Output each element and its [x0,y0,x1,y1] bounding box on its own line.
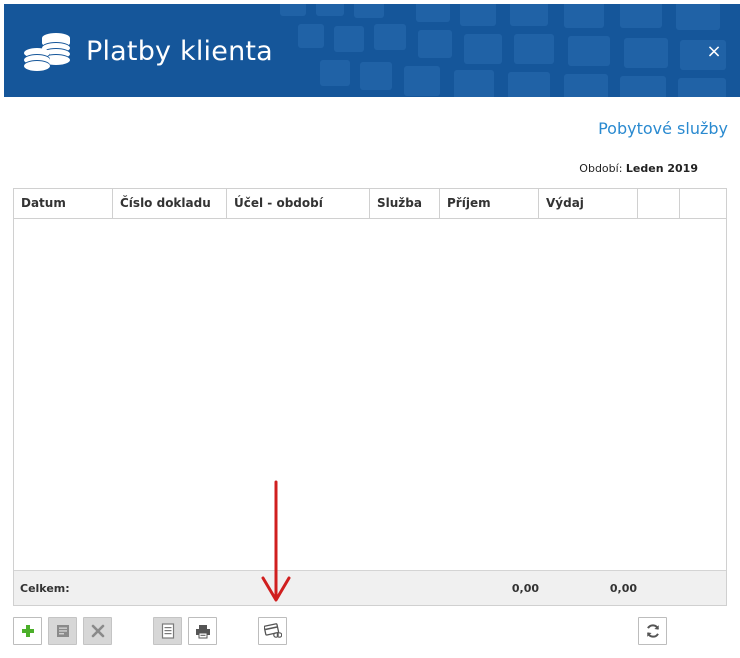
card-payment-button[interactable] [258,617,287,645]
edit-document-icon [56,625,69,637]
add-payment-button[interactable] [13,617,42,645]
header-tile-pattern [280,4,726,97]
period-label: Období: [579,162,623,175]
column-header-ucel-obdobi[interactable]: Účel - období [227,189,370,218]
dialog-header: Platby klienta × [4,4,740,97]
section-link-pobytove-sluzby[interactable]: Pobytové služby [598,119,728,138]
total-prijem: 0,00 [511,582,539,595]
dialog-title: Platby klienta [86,36,273,67]
print-button[interactable] [188,617,217,645]
column-header-datum[interactable]: Datum [14,189,113,218]
document-icon [161,623,174,639]
plus-icon [21,625,34,637]
column-header-blank-2 [680,189,726,218]
column-header-cislo-dokladu[interactable]: Číslo dokladu [113,189,227,218]
refresh-icon [646,624,659,638]
table-header: Datum Číslo dokladu Účel - období Služba… [14,189,726,219]
close-button[interactable]: × [704,42,724,62]
table-footer: Celkem: 0,00 0,00 [14,570,726,605]
column-header-blank-1 [638,189,680,218]
printer-icon [195,624,210,638]
close-icon [91,624,104,638]
edit-payment-button[interactable] [48,617,77,645]
column-header-sluzba[interactable]: Služba [370,189,440,218]
refresh-button[interactable] [638,617,667,645]
period-info: Období: Leden 2019 [579,162,698,175]
column-header-vydaj[interactable]: Výdaj [539,189,638,218]
total-label: Celkem: [20,582,70,595]
table-body [14,219,726,570]
total-vydaj: 0,00 [609,582,637,595]
period-value: Leden 2019 [625,162,698,175]
coins-icon [24,33,70,71]
delete-payment-button[interactable] [83,617,112,645]
payments-table: Datum Číslo dokladu Účel - období Služba… [13,188,727,606]
red-arrow-down-annotation [261,480,291,602]
detail-button[interactable] [153,617,182,645]
column-header-prijem[interactable]: Příjem [440,189,539,218]
card-payment-icon [263,623,282,638]
